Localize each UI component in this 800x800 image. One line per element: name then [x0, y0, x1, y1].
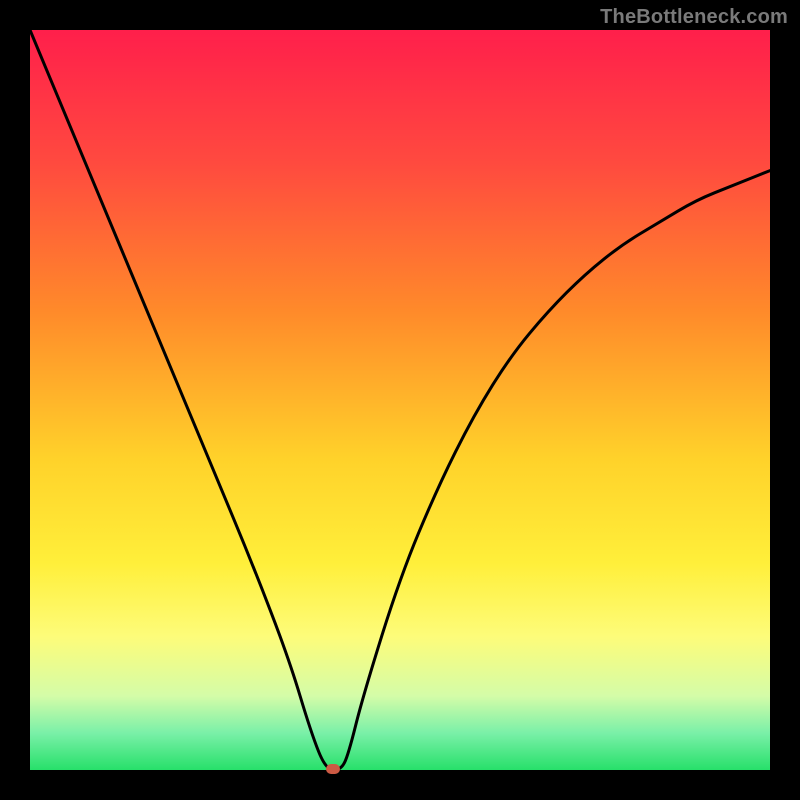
optimum-marker	[326, 764, 340, 774]
plot-area	[30, 30, 770, 770]
chart-frame: TheBottleneck.com	[0, 0, 800, 800]
watermark-text: TheBottleneck.com	[600, 6, 788, 29]
bottleneck-curve	[30, 30, 770, 770]
